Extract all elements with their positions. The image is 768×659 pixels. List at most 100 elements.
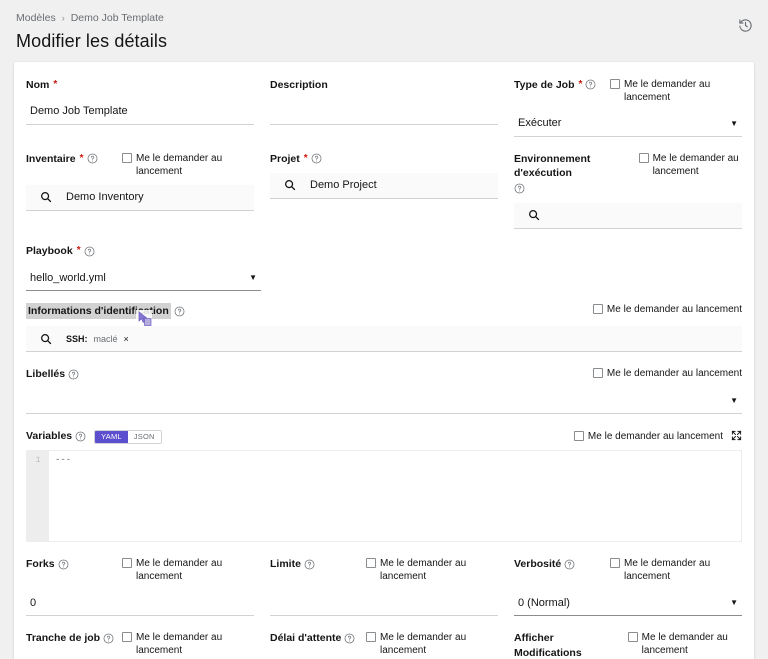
field-labels: Libellés Me le demander au lancement ▼ [26,367,742,414]
ask-job-type-label: Me le demander au lancement [624,78,742,104]
checkbox-ask-forks[interactable] [122,558,132,568]
inventory-lookup-input[interactable]: Demo Inventory [26,185,254,211]
field-playbook: Playbook * hello_world.yml ▼ [26,244,254,291]
checkbox-ask-labels[interactable] [593,368,603,378]
field-description: Description [270,78,498,137]
label-limit: Limite [270,557,315,571]
spacer-playbook-right [270,244,498,303]
job-template-edit-page: Modèles › Demo Job Template Modifier les… [0,0,768,659]
ask-inventory[interactable]: Me le demander au lancement [122,152,254,178]
credential-chip-value: maclé [94,334,118,344]
help-icon[interactable] [344,633,355,644]
credential-chip[interactable]: SSH: maclé × [66,334,129,344]
forks-input[interactable]: 0 [26,590,254,616]
help-icon[interactable] [304,559,315,570]
field-limit: Limite Me le demander au lancement [270,557,498,616]
details-form-card: Nom * Demo Job Template Description [14,62,754,659]
variables-format-json[interactable]: JSON [128,431,161,443]
checkbox-ask-credentials[interactable] [593,304,603,314]
ask-variables[interactable]: Me le demander au lancement [574,430,723,443]
label-show-changes: Afficher Modifications [514,631,622,659]
label-job-slicing: Tranche de job [26,631,114,645]
ask-job-slicing[interactable]: Me le demander au lancement [122,631,254,657]
help-icon[interactable] [68,369,79,380]
required-indicator: * [53,78,57,92]
help-icon[interactable] [174,306,185,317]
field-job-type: Type de Job * Me le demander au lancemen… [514,78,742,137]
history-button[interactable] [732,14,758,40]
ask-labels[interactable]: Me le demander au lancement [593,367,742,380]
name-input[interactable]: Demo Job Template [26,99,254,125]
help-icon[interactable] [311,153,322,164]
breadcrumb-separator-icon: › [62,13,65,24]
description-input[interactable] [270,99,498,125]
required-indicator: * [77,244,81,258]
chevron-down-icon: ▼ [730,598,738,607]
labels-select[interactable]: ▼ [26,388,742,414]
required-indicator: * [80,152,84,166]
help-icon[interactable] [87,153,98,164]
form-grid: Nom * Demo Job Template Description [26,78,742,659]
credential-chip-remove-icon[interactable]: × [124,334,129,344]
help-icon[interactable] [84,246,95,257]
project-lookup-input[interactable]: Demo Project [270,173,498,199]
help-icon[interactable] [58,559,69,570]
ask-credentials-label: Me le demander au lancement [607,303,742,316]
page-title: Modifier les détails [16,31,752,52]
field-show-changes: Afficher Modifications Me le demander au… [514,631,742,659]
ask-timeout[interactable]: Me le demander au lancement [366,631,498,657]
variables-format-yaml[interactable]: YAML [95,431,128,443]
variables-code-editor[interactable]: 1 --- [26,450,742,542]
required-indicator: * [304,152,308,166]
checkbox-ask-verbosity[interactable] [610,558,620,568]
ask-forks[interactable]: Me le demander au lancement [122,557,254,583]
history-icon [738,18,753,36]
chevron-down-icon: ▼ [730,396,738,405]
limit-input[interactable] [270,590,498,616]
playbook-select[interactable]: hello_world.yml ▼ [26,265,261,291]
search-icon[interactable] [40,191,52,203]
ask-execution-environment[interactable]: Me le demander au lancement [639,152,742,178]
field-job-slicing: Tranche de job Me le demander au lanceme… [26,631,254,659]
checkbox-ask-inventory[interactable] [122,153,132,163]
field-forks: Forks Me le demander au lancement 0 [26,557,254,616]
ask-limit[interactable]: Me le demander au lancement [366,557,498,583]
search-icon[interactable] [528,209,540,221]
search-icon[interactable] [40,333,52,345]
expand-icon [731,429,742,444]
inventory-value: Demo Inventory [66,191,144,203]
field-project: Projet * Demo Project [270,152,498,229]
label-forks: Forks [26,557,69,571]
job-type-select[interactable]: Exécuter ▼ [514,111,742,137]
verbosity-select[interactable]: 0 (Normal) ▼ [514,590,742,616]
checkbox-ask-job-slicing[interactable] [122,632,132,642]
checkbox-ask-timeout[interactable] [366,632,376,642]
help-icon[interactable] [564,559,575,570]
ask-show-changes[interactable]: Me le demander au lancement [628,631,742,657]
checkbox-ask-variables[interactable] [574,431,584,441]
ask-credentials[interactable]: Me le demander au lancement [593,303,742,316]
page-header: Modèles › Demo Job Template Modifier les… [0,0,768,62]
name-input-value: Demo Job Template [30,105,128,117]
breadcrumb-link-templates[interactable]: Modèles [16,12,56,25]
execution-environment-lookup-input[interactable] [514,203,742,229]
ask-limit-label: Me le demander au lancement [380,557,498,583]
label-project: Projet * [270,152,322,166]
editor-content[interactable]: --- [49,451,741,541]
ask-job-type[interactable]: Me le demander au lancement [610,78,742,104]
label-inventory: Inventaire * [26,152,98,166]
expand-editor-button[interactable] [731,429,742,444]
credentials-lookup-input[interactable]: SSH: maclé × [26,326,742,352]
help-icon[interactable] [585,79,596,90]
help-icon[interactable] [514,183,525,194]
checkbox-ask-limit[interactable] [366,558,376,568]
field-name: Nom * Demo Job Template [26,78,254,137]
checkbox-ask-execution-environment[interactable] [639,153,649,163]
variables-format-toggle[interactable]: YAML JSON [94,430,161,444]
ask-verbosity[interactable]: Me le demander au lancement [610,557,742,583]
help-icon[interactable] [75,431,86,442]
checkbox-ask-job-type[interactable] [610,79,620,89]
checkbox-ask-show-changes[interactable] [628,632,638,642]
help-icon[interactable] [103,633,114,644]
search-icon[interactable] [284,179,296,191]
